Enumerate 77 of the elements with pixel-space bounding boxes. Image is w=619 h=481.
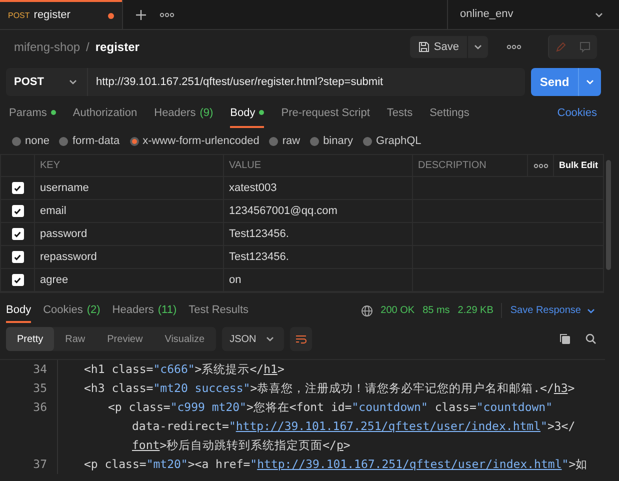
body-type-radio[interactable]: x-www-form-urlencoded xyxy=(130,132,260,150)
search-icon[interactable] xyxy=(585,333,597,345)
response-tab[interactable]: Cookies (2) xyxy=(43,302,100,323)
param-key: username xyxy=(40,180,89,196)
line-number: 34 xyxy=(32,361,47,378)
body-type-radio[interactable]: GraphQL xyxy=(363,132,422,150)
row-checkbox[interactable] xyxy=(12,251,24,263)
param-key: password xyxy=(40,226,88,242)
param-value: xatest003 xyxy=(229,180,277,196)
wrap-lines-button[interactable] xyxy=(290,327,312,351)
view-mode-tab[interactable]: Visualize xyxy=(154,327,216,351)
response-tab[interactable]: Test Results xyxy=(188,302,249,323)
body-type-radio[interactable]: raw xyxy=(269,132,300,150)
request-tab[interactable]: POST register xyxy=(0,0,122,29)
tab-title: register xyxy=(34,8,72,24)
plus-icon[interactable] xyxy=(135,8,147,20)
row-checkbox[interactable] xyxy=(12,274,24,286)
collection-link[interactable]: mifeng-shop xyxy=(14,38,80,56)
param-value: 1234567001@qq.com xyxy=(229,204,338,219)
request-section-tab[interactable]: Authorization xyxy=(72,104,138,128)
column-header: DESCRIPTION xyxy=(412,155,527,176)
param-key: repassword xyxy=(40,248,97,266)
param-key: email xyxy=(40,202,66,220)
save-button[interactable]: Save xyxy=(410,36,467,58)
breadcrumb-separator: / xyxy=(86,39,90,56)
param-value: Test123456. xyxy=(229,226,289,242)
body-type-radio[interactable]: binary xyxy=(310,132,354,150)
method-label: POST xyxy=(8,10,30,22)
row-checkbox[interactable] xyxy=(12,228,24,240)
method-select[interactable]: POST xyxy=(6,68,88,96)
view-mode-tab[interactable]: Raw xyxy=(54,327,96,351)
line-number: 35 xyxy=(32,380,47,397)
request-section-tab[interactable]: Body xyxy=(230,104,264,128)
response-size: 2.29 KB xyxy=(458,304,494,318)
response-time: 85 ms xyxy=(422,304,450,318)
request-section-tab[interactable]: Tests xyxy=(386,104,413,128)
param-value: Test123456. xyxy=(229,250,289,265)
body-type-radio[interactable]: none xyxy=(12,132,50,150)
save-options-button[interactable] xyxy=(468,36,488,58)
cookies-link[interactable]: Cookies xyxy=(557,104,597,128)
code-line: data-redirect="http://39.101.167.251/qftest/user/index.html">3</ xyxy=(131,418,576,435)
response-tab[interactable]: Body xyxy=(6,302,32,323)
line-number: 36 xyxy=(32,399,47,416)
request-section-tab[interactable]: Headers (9) xyxy=(154,104,214,128)
more-icon[interactable] xyxy=(159,10,175,18)
view-mode-tab[interactable]: Pretty xyxy=(6,327,54,351)
request-section-tab[interactable]: Params xyxy=(9,104,56,128)
row-checkbox[interactable] xyxy=(12,205,24,217)
globe-icon xyxy=(360,304,373,316)
code-line: <h3 class="mt20 success">恭喜您，注册成功！请您务必牢记您的用户名和邮箱.</h3> xyxy=(84,380,576,397)
more-icon[interactable] xyxy=(506,43,522,51)
request-section-tab[interactable]: Settings xyxy=(430,104,470,128)
more-icon[interactable] xyxy=(532,162,548,170)
view-mode-tab[interactable]: Preview xyxy=(96,327,154,351)
line-number: 37 xyxy=(32,456,47,473)
url-field[interactable]: http://39.101.167.251/qftest/user/register.html?step=submit xyxy=(88,68,525,96)
bulk-edit-button[interactable]: Bulk Edit xyxy=(553,155,603,176)
body-type-radio[interactable]: form-data xyxy=(59,132,120,150)
save-response-button[interactable]: Save Response xyxy=(501,303,597,318)
request-name: register xyxy=(95,39,140,56)
environment-select[interactable]: online_env xyxy=(447,0,617,29)
response-tab[interactable]: Headers (11) xyxy=(112,302,177,323)
wrap-lines-icon xyxy=(295,333,308,345)
copy-icon[interactable] xyxy=(559,333,571,345)
code-line: <p class="mt20"><a href="http://39.101.167.251/qftest/user/index.html">如 xyxy=(84,456,589,473)
scrollbar[interactable] xyxy=(606,160,611,270)
code-line: <h1 class="c666">系统提示</h1> xyxy=(84,361,286,378)
request-section-tab[interactable]: Pre-request Script xyxy=(281,104,370,128)
status-code: 200 OK xyxy=(380,304,415,318)
format-select[interactable]: JSON xyxy=(222,327,284,351)
param-value: on xyxy=(229,272,242,288)
row-checkbox[interactable] xyxy=(12,182,24,194)
code-line: <p class="c999 mt20">您将在<font id="countdown" class="countdown" xyxy=(108,399,554,416)
code-line: font>秒后自动跳转到系统指定页面</p> xyxy=(131,437,352,454)
column-header: VALUE xyxy=(223,155,412,176)
param-key: agree xyxy=(40,272,68,288)
column-header: KEY xyxy=(34,155,223,176)
